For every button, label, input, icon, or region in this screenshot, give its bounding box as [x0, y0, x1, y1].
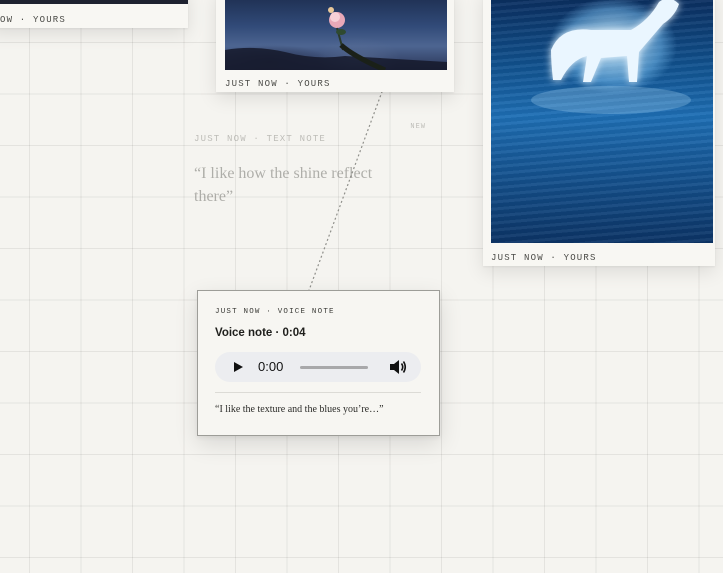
photo-caption: OW · YOURS	[0, 15, 67, 25]
photo-caption: JUST NOW · YOURS	[225, 79, 331, 89]
photo-card[interactable]: OW · YOURS	[0, 0, 188, 28]
audio-progress-track[interactable]	[300, 366, 368, 369]
voice-note-transcript: “I like the texture and the blues you’re…	[215, 404, 384, 415]
voice-note-title: Voice note · 0:04	[215, 327, 306, 339]
photo-image	[491, 0, 713, 243]
photo-image	[0, 0, 188, 4]
volume-icon[interactable]	[389, 359, 407, 375]
audio-player: 0:00	[215, 352, 421, 382]
text-note-caption: JUST NOW · TEXT NOTE	[194, 134, 327, 144]
photo-card[interactable]: JUST NOW · YOURS	[483, 0, 715, 266]
play-icon[interactable]	[234, 362, 243, 372]
horse-illustration	[531, 0, 691, 114]
voice-note-card[interactable]: JUST NOW · VOICE NOTE Voice note · 0:04 …	[197, 290, 440, 436]
audio-time: 0:00	[258, 359, 284, 374]
photo-card[interactable]: JUST NOW · YOURS	[216, 0, 454, 92]
photo-image	[225, 0, 447, 70]
text-note-card[interactable]: JUST NOW · TEXT NOTE NEW “I like how the…	[178, 118, 440, 230]
divider	[215, 392, 421, 393]
new-badge: NEW	[410, 123, 426, 131]
voice-note-caption: JUST NOW · VOICE NOTE	[215, 308, 335, 316]
photo-caption: JUST NOW · YOURS	[491, 253, 597, 263]
rose-illustration	[225, 7, 447, 70]
text-note-quote: “I like how the shine reflect there”	[194, 165, 373, 205]
